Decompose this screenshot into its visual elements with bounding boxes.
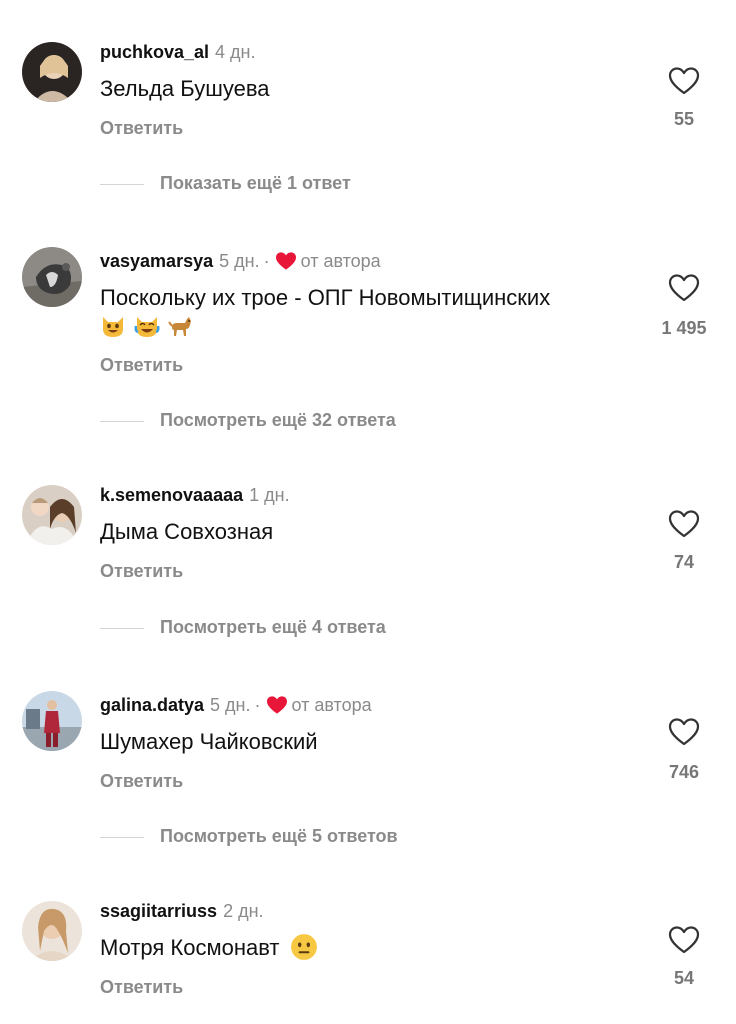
divider-line [100, 837, 144, 839]
reply-button[interactable]: Ответить [100, 769, 183, 793]
view-replies-label: Посмотреть ещё 4 ответа [160, 617, 386, 637]
like-control: 74 [650, 509, 718, 573]
reply-button[interactable]: Ответить [100, 116, 183, 140]
username[interactable]: puchkova_al [100, 42, 209, 62]
like-control: 746 [650, 717, 718, 783]
heart-outline-icon[interactable] [668, 509, 700, 539]
comment-meta: galina.datya 5 дн. · от автора [100, 693, 372, 717]
comment-time: 5 дн. [210, 695, 251, 715]
avatar[interactable] [22, 247, 82, 307]
heart-outline-icon[interactable] [668, 717, 700, 747]
divider-line [100, 421, 144, 423]
comment-time: 1 дн. [249, 485, 290, 505]
view-replies-button[interactable]: Посмотреть ещё 32 ответа [100, 408, 396, 432]
comment-item: vasyamarsya 5 дн. · от автора Поскольку их … [0, 247, 736, 439]
avatar[interactable] [22, 901, 82, 961]
reply-button[interactable]: Ответить [100, 975, 183, 999]
like-count: 74 [673, 552, 695, 572]
avatar[interactable] [22, 42, 82, 102]
comment-text: Дыма Совхозная [100, 519, 274, 544]
comment-time: 2 дн. [223, 901, 264, 921]
heart-outline-icon[interactable] [668, 66, 700, 96]
comment-text: Мотря Космонавт [100, 933, 640, 963]
divider-line [100, 184, 144, 186]
comment-meta: ssagiitarriuss 2 дн. [100, 899, 264, 923]
heart-filled-icon [275, 252, 296, 270]
comment-text: Поскольку их трое - ОПГ Новомытищинских [100, 283, 640, 343]
view-replies-button[interactable]: Посмотреть ещё 5 ответов [100, 824, 398, 848]
separator-dot: · [254, 695, 261, 715]
author-like-label: от автора [291, 695, 372, 715]
dog-emoji [168, 317, 191, 336]
separator-dot: · [263, 251, 270, 271]
comment-time: 5 дн. [219, 251, 260, 271]
like-count: 1 495 [661, 318, 707, 338]
comment-text: Шумахер Чайковский [100, 729, 318, 754]
comment-text-body: Поскольку их трое - ОПГ Новомытищинских [100, 285, 551, 310]
like-count: 746 [668, 762, 700, 782]
like-count: 55 [673, 109, 695, 129]
avatar[interactable] [22, 485, 82, 545]
like-count: 54 [673, 968, 695, 988]
view-replies-label: Посмотреть ещё 32 ответа [160, 410, 396, 430]
heart-outline-icon[interactable] [668, 273, 700, 303]
reply-button[interactable]: Ответить [100, 353, 183, 377]
laughing-crying-emoji [134, 317, 160, 337]
heart-outline-icon[interactable] [668, 925, 700, 955]
comment-item: ssagiitarriuss 2 дн. Мотря Космонавт Отве… [0, 899, 736, 1019]
username[interactable]: k.semenovaaaaa [100, 485, 243, 505]
like-control: 1 495 [650, 273, 718, 339]
comment-meta: puchkova_al 4 дн. [100, 40, 256, 64]
reply-button[interactable]: Ответить [100, 559, 183, 583]
author-like-label: от автора [300, 251, 381, 271]
comment-item: galina.datya 5 дн. · от автора Шумахер Чайк… [0, 691, 736, 853]
username[interactable]: vasyamarsya [100, 251, 213, 271]
avatar[interactable] [22, 691, 82, 751]
view-replies-button[interactable]: Посмотреть ещё 4 ответа [100, 615, 386, 639]
username[interactable]: galina.datya [100, 695, 204, 715]
cat-smile-emoji [103, 317, 123, 337]
like-control: 54 [650, 925, 718, 989]
view-replies-label: Показать ещё 1 ответ [160, 173, 351, 193]
like-control: 55 [650, 66, 718, 130]
comment-item: puchkova_al 4 дн. Зельда Бушуева Ответить… [0, 40, 736, 200]
view-replies-label: Посмотреть ещё 5 ответов [160, 826, 398, 846]
heart-filled-icon [266, 696, 287, 714]
divider-line [100, 628, 144, 630]
comment-item: k.semenovaaaaa 1 дн. Дыма Совхозная Ответ… [0, 483, 736, 643]
comment-text-body: Мотря Космонавт [100, 935, 280, 960]
comment-time: 4 дн. [215, 42, 256, 62]
view-replies-button[interactable]: Показать ещё 1 ответ [100, 171, 351, 195]
comment-meta: vasyamarsya 5 дн. · от автора [100, 249, 381, 273]
username[interactable]: ssagiitarriuss [100, 901, 217, 921]
comment-meta: k.semenovaaaaa 1 дн. [100, 483, 290, 507]
comment-text: Зельда Бушуева [100, 76, 270, 101]
neutral-face-emoji [290, 934, 317, 960]
